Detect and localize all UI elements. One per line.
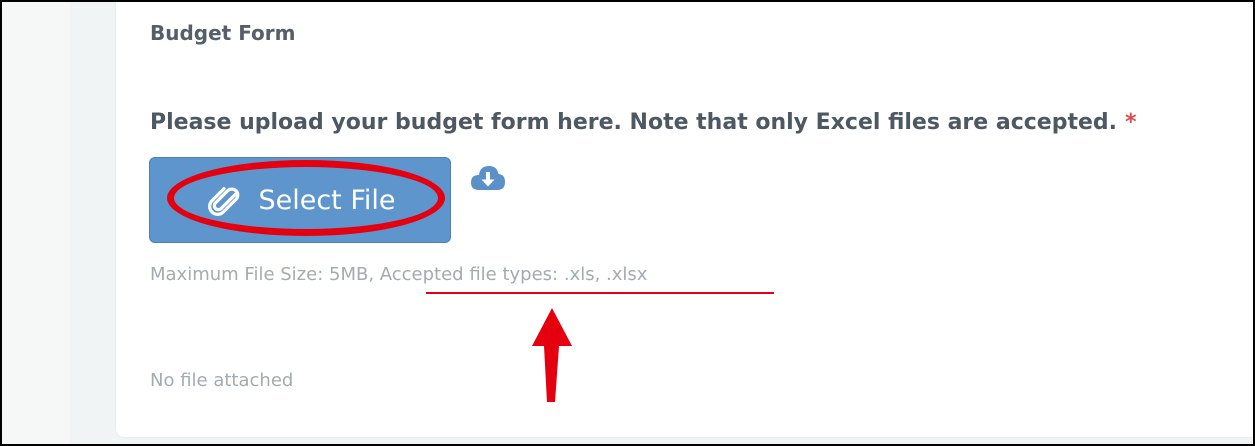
select-file-label: Select File [258,184,396,216]
paperclip-icon [204,180,244,220]
annotation-arrow [530,308,574,408]
select-file-button[interactable]: Select File [149,157,451,243]
section-title: Budget Form [150,21,296,45]
annotation-underline [426,292,774,294]
screenshot-frame: Budget Form Please upload your budget fo… [0,0,1255,446]
cloud-download-icon[interactable] [470,164,506,196]
attachment-status: No file attached [150,370,294,391]
page-background-strip [2,2,70,444]
upload-label-text: Please upload your budget form here. Not… [150,110,1118,135]
required-asterisk: * [1125,110,1137,135]
file-constraints-text: Maximum File Size: 5MB, Accepted file ty… [150,264,648,285]
upload-field-label: Please upload your budget form here. Not… [150,110,1137,135]
